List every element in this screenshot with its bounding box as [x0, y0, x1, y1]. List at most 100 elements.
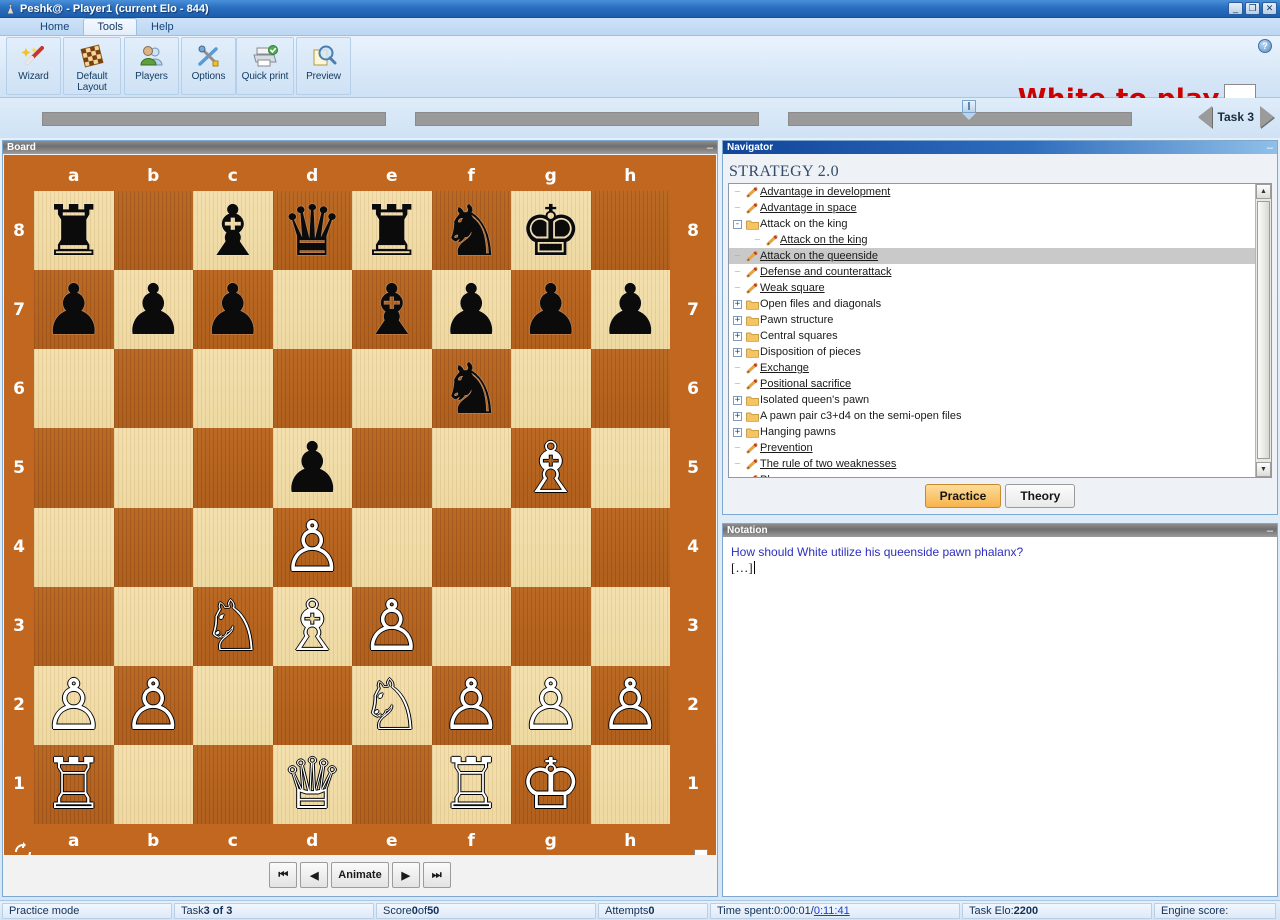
square-b3[interactable] [113, 586, 193, 666]
white-bishop-g5[interactable]: ♗ [519, 433, 582, 503]
square-c6[interactable] [193, 349, 273, 429]
square-f2[interactable]: ♙ [431, 665, 511, 745]
slider-thumb[interactable] [962, 100, 978, 120]
square-g5[interactable]: ♗ [511, 428, 591, 508]
white-pawn-h2[interactable]: ♙ [599, 670, 662, 740]
white-pawn-d4[interactable]: ♙ [281, 512, 344, 582]
black-knight-f6[interactable]: ♞ [440, 354, 503, 424]
square-f7[interactable]: ♟ [431, 270, 511, 350]
tree-item-disposition-of-pieces[interactable]: + Disposition of pieces [729, 344, 1255, 360]
square-c1[interactable] [193, 744, 273, 824]
square-d7[interactable] [272, 270, 352, 350]
players-button[interactable]: Players [124, 37, 179, 95]
previous-task-button[interactable] [1197, 106, 1212, 128]
square-h5[interactable] [590, 428, 670, 508]
tab-help[interactable]: Help [137, 18, 188, 35]
tree-item-central-squares[interactable]: + Central squares [729, 328, 1255, 344]
square-h6[interactable] [590, 349, 670, 429]
white-queen-d1[interactable]: ♕ [281, 749, 344, 819]
black-pawn-a7[interactable]: ♟ [42, 275, 105, 345]
square-e8[interactable]: ♜ [352, 191, 432, 271]
status-time-link[interactable]: 0:11:41 [814, 905, 850, 917]
white-pawn-g2[interactable]: ♙ [519, 670, 582, 740]
tree-item-advantage-in-development[interactable]: – Advantage in development [729, 184, 1255, 200]
wizard-button[interactable]: Wizard [6, 37, 61, 95]
square-b6[interactable] [113, 349, 193, 429]
square-e4[interactable] [352, 507, 432, 587]
quick-print-button[interactable]: Quick print [236, 37, 294, 95]
black-bishop-e7[interactable]: ♝ [360, 275, 423, 345]
black-pawn-b7[interactable]: ♟ [122, 275, 185, 345]
square-a4[interactable] [34, 507, 114, 587]
expand-icon[interactable]: + [733, 299, 742, 309]
expand-icon[interactable]: + [733, 395, 742, 405]
next-task-button[interactable] [1260, 106, 1274, 128]
expand-icon[interactable]: + [733, 331, 742, 341]
next-move-button[interactable]: ▶ [391, 862, 420, 888]
tree-item-attack-on-the-king[interactable]: – Attack on the king [729, 232, 1255, 248]
square-d3[interactable]: ♗ [272, 586, 352, 666]
square-g8[interactable]: ♚ [511, 191, 591, 271]
square-b2[interactable]: ♙ [113, 665, 193, 745]
square-f4[interactable] [431, 507, 511, 587]
square-d4[interactable]: ♙ [272, 507, 352, 587]
notation-move-line[interactable]: […] [731, 560, 1269, 576]
white-rook-a1[interactable]: ♖ [42, 749, 105, 819]
close-button[interactable]: ✕ [1262, 2, 1277, 15]
scroll-up-button[interactable]: ▲ [1256, 184, 1271, 199]
square-a6[interactable] [34, 349, 114, 429]
expand-icon[interactable]: + [733, 315, 742, 325]
square-c3[interactable]: ♘ [193, 586, 273, 666]
navigator-tree[interactable]: – Advantage in development – Advantage in s… [728, 183, 1272, 478]
square-e5[interactable] [352, 428, 432, 508]
square-g6[interactable] [511, 349, 591, 429]
black-pawn-f7[interactable]: ♟ [440, 275, 503, 345]
square-h7[interactable]: ♟ [590, 270, 670, 350]
square-b7[interactable]: ♟ [113, 270, 193, 350]
square-d8[interactable]: ♛ [272, 191, 352, 271]
square-g3[interactable] [511, 586, 591, 666]
black-king-g8[interactable]: ♚ [519, 196, 582, 266]
white-pawn-f2[interactable]: ♙ [440, 670, 503, 740]
white-king-g1[interactable]: ♔ [519, 749, 582, 819]
collapse-icon[interactable]: - [733, 219, 742, 229]
black-knight-f8[interactable]: ♞ [440, 196, 503, 266]
tree-item-pawn-structure[interactable]: + Pawn structure [729, 312, 1255, 328]
square-a5[interactable] [34, 428, 114, 508]
square-c2[interactable] [193, 665, 273, 745]
board-squares[interactable]: ♜ ♝ ♛ ♜ ♞ ♚ ♟ ♟ ♟ ♝ ♟ ♟ ♟ ♞ ♟ ♗ ♙ ♘ ♗ ♙ ♙ ♙ ♘ ♙ ♙ ♙ ♖ ♕ ♖ ♔ [34, 191, 670, 824]
tree-item-plan[interactable]: – Plan [729, 472, 1255, 477]
square-e1[interactable] [352, 744, 432, 824]
square-f6[interactable]: ♞ [431, 349, 511, 429]
tree-item-weak-square[interactable]: – Weak square [729, 280, 1255, 296]
tree-item-exchange[interactable]: – Exchange [729, 360, 1255, 376]
tree-item-advantage-in-space[interactable]: – Advantage in space [729, 200, 1255, 216]
black-bishop-c8[interactable]: ♝ [201, 196, 264, 266]
square-c7[interactable]: ♟ [193, 270, 273, 350]
square-b4[interactable] [113, 507, 193, 587]
scroll-down-button[interactable]: ▼ [1256, 462, 1271, 477]
square-e3[interactable]: ♙ [352, 586, 432, 666]
previous-move-button[interactable]: ◀ [300, 862, 329, 888]
square-e7[interactable]: ♝ [352, 270, 432, 350]
black-queen-d8[interactable]: ♛ [281, 196, 344, 266]
notation-minimize-button[interactable]: – [1267, 525, 1273, 536]
black-pawn-g7[interactable]: ♟ [519, 275, 582, 345]
tree-item-positional-sacrifice[interactable]: – Positional sacrifice [729, 376, 1255, 392]
maximize-button[interactable]: ❐ [1245, 2, 1260, 15]
square-b5[interactable] [113, 428, 193, 508]
square-g4[interactable] [511, 507, 591, 587]
square-c8[interactable]: ♝ [193, 191, 273, 271]
theory-button[interactable]: Theory [1005, 484, 1076, 508]
square-a1[interactable]: ♖ [34, 744, 114, 824]
expand-icon[interactable]: + [733, 411, 742, 421]
black-pawn-d5[interactable]: ♟ [281, 433, 344, 503]
tree-item-attack-on-the-king[interactable]: - Attack on the king [729, 216, 1255, 232]
expand-icon[interactable]: + [733, 347, 742, 357]
square-f5[interactable] [431, 428, 511, 508]
square-b8[interactable] [113, 191, 193, 271]
default-layout-button[interactable]: Default Layout [63, 37, 121, 95]
square-a2[interactable]: ♙ [34, 665, 114, 745]
square-e2[interactable]: ♘ [352, 665, 432, 745]
square-c5[interactable] [193, 428, 273, 508]
